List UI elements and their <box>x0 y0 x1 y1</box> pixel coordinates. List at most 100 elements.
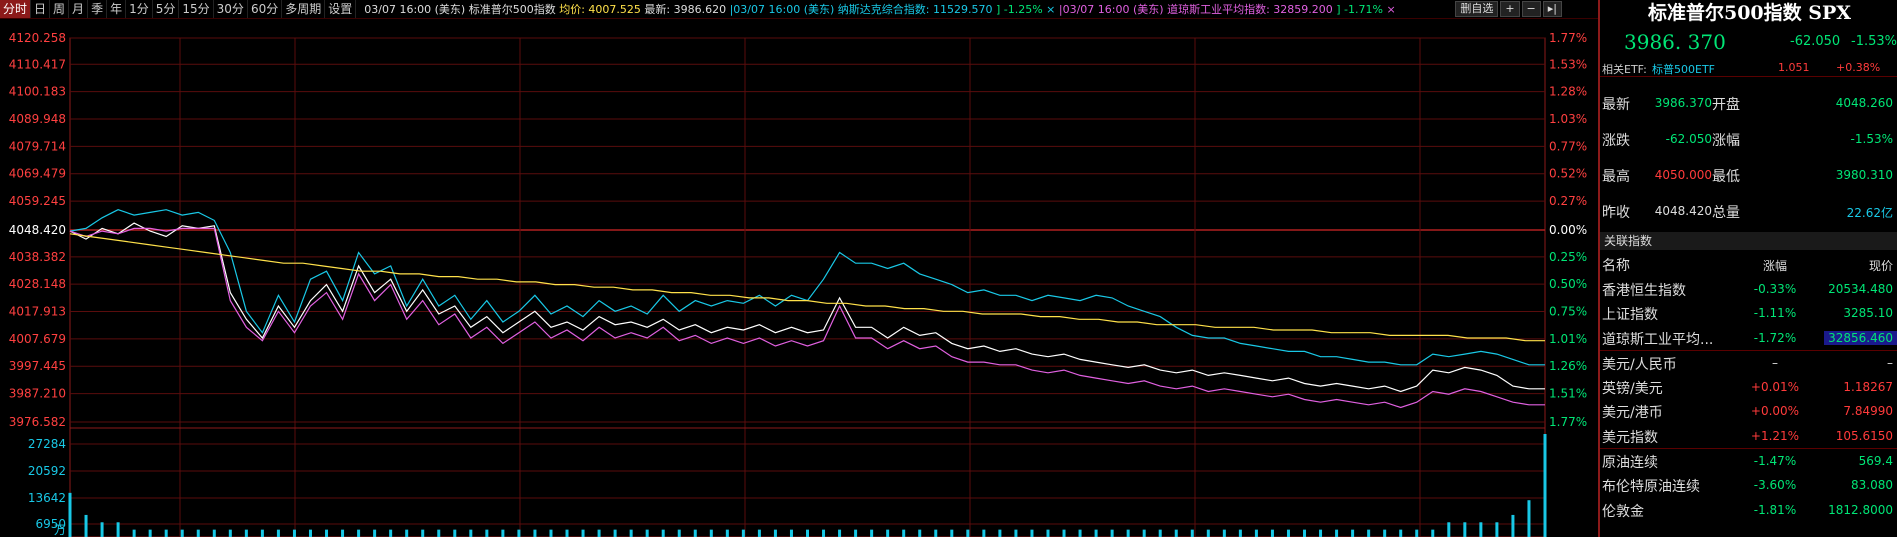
volume-bar <box>597 529 601 537</box>
volume-bar <box>517 529 521 537</box>
volume-bar <box>870 529 874 537</box>
volume-bar <box>453 529 457 537</box>
volume-bar <box>357 529 361 537</box>
chart-control-button[interactable]: − <box>1521 1 1541 17</box>
price-change-pct: -1.53% <box>1851 34 1897 49</box>
stat-row: 最新 3986.370 开盘 4048.260 <box>1600 86 1897 120</box>
tab-5[interactable]: 年 <box>107 0 127 18</box>
volume-bar <box>1270 529 1274 537</box>
tab-7[interactable]: 5分 <box>153 0 180 18</box>
related-index-row[interactable]: 美元/人民币 – – <box>1600 349 1897 375</box>
tab-0[interactable]: 分时 <box>0 0 32 18</box>
volume-bar <box>1142 529 1146 537</box>
index-price: 1812.8000 <box>1828 502 1893 517</box>
chart-control-button[interactable]: + <box>1500 1 1520 17</box>
price-tick-label: 4038.382 <box>9 250 66 264</box>
related-index-row[interactable]: 英镑/美元 +0.01% 1.18267 <box>1600 375 1897 399</box>
etf-price: 1.051 <box>1778 61 1810 74</box>
volume-bar <box>501 529 505 537</box>
tab-12[interactable]: 设置 <box>325 0 357 18</box>
price-tick-label: 4120.258 <box>9 31 66 45</box>
related-index-row[interactable]: 原油连续 -1.47% 569.4 <box>1600 448 1897 473</box>
etf-pct: +0.38% <box>1836 61 1881 74</box>
related-index-list: 香港恒生指数 -0.33% 20534.480 上证指数 -1.11% 3285.10 道琼… <box>1600 277 1897 522</box>
index-name: 香港恒生指数 <box>1602 283 1686 299</box>
pct-tick-label: 1.51% <box>1549 387 1587 401</box>
volume-bar <box>196 529 200 537</box>
volume-bar <box>1303 529 1307 537</box>
chart-control-button[interactable]: 删自选 <box>1455 1 1499 17</box>
volume-bar <box>645 529 649 537</box>
related-index-row[interactable]: 香港恒生指数 -0.33% 20534.480 <box>1600 277 1897 301</box>
index-name: 美元/港币 <box>1602 405 1663 422</box>
intraday-chart: 4120.258 1.77% 4110.417 1.53% 4100.183 1.28% 4… <box>9 31 1587 537</box>
tab-9[interactable]: 30分 <box>214 0 248 18</box>
volume-bar <box>1351 529 1355 537</box>
volume-bar <box>613 529 617 537</box>
volume-bar <box>1495 522 1499 537</box>
index-price: 3285.10 <box>1843 306 1893 321</box>
volume-bar <box>1527 500 1531 537</box>
volume-bar <box>934 529 938 537</box>
volume-bar <box>757 529 761 537</box>
volume-bar <box>1046 529 1050 537</box>
volume-bar <box>1463 522 1467 537</box>
info-segment[interactable]: × <box>1386 3 1395 16</box>
tab-11[interactable]: 多周期 <box>282 0 326 18</box>
info-segment: |03/07 16:00 (美东) <box>1058 3 1168 16</box>
related-index-row[interactable]: 上证指数 -1.11% 3285.10 <box>1600 301 1897 325</box>
etf-name[interactable]: 标普500ETF <box>1652 61 1715 77</box>
pct-tick-label: 0.75% <box>1549 305 1587 319</box>
volume-bar <box>1383 529 1387 537</box>
info-segment: 03/07 16:00 (美东) 标准普尔500指数 <box>364 3 560 16</box>
volume-bar <box>1158 529 1162 537</box>
volume-bar <box>950 529 954 537</box>
price-tick-label: 3987.210 <box>9 387 66 401</box>
tab-6[interactable]: 1分 <box>126 0 153 18</box>
index-price: 20534.480 <box>1828 282 1893 296</box>
tab-10[interactable]: 60分 <box>248 0 283 18</box>
stat-label: 总量 <box>1712 205 1740 221</box>
stat-value: 3980.310 <box>1835 168 1893 182</box>
volume-bar <box>244 529 248 537</box>
related-index-title: 关联指数 <box>1604 234 1653 248</box>
stat-value: 4048.260 <box>1835 96 1893 110</box>
tab-1[interactable]: 日 <box>31 0 51 18</box>
volume-bar <box>116 522 120 537</box>
related-etf-row[interactable]: 相关ETF: 标普500ETF 1.051 +0.38% <box>1600 60 1897 77</box>
volume-bar <box>132 529 136 537</box>
pct-tick-label: 0.25% <box>1549 250 1587 264</box>
tab-4[interactable]: 季 <box>88 0 108 18</box>
chart-control-button[interactable]: ▸| <box>1542 1 1562 17</box>
volume-bar <box>661 529 665 537</box>
plot-frame <box>69 37 1546 537</box>
index-pct: -1.11% <box>1753 306 1797 321</box>
volume-bar <box>276 529 280 537</box>
index-price: 7.84990 <box>1843 404 1893 419</box>
index-name: 美元/人民币 <box>1602 356 1677 373</box>
tab-8[interactable]: 15分 <box>179 0 214 18</box>
pct-tick-label: 1.77% <box>1549 415 1587 429</box>
related-index-row[interactable]: 伦敦金 -1.81% 1812.8000 <box>1600 498 1897 522</box>
related-index-row[interactable]: 布伦特原油连续 -3.60% 83.080 <box>1600 473 1897 497</box>
volume-bar <box>1094 529 1098 537</box>
pct-tick-label: 1.28% <box>1549 85 1587 99</box>
pct-tick-label: 0.50% <box>1549 277 1587 291</box>
volume-bar <box>822 529 826 537</box>
related-index-row[interactable]: 美元指数 +1.21% 105.6150 <box>1600 424 1897 448</box>
volume-bar <box>308 529 312 537</box>
tab-2[interactable]: 周 <box>50 0 70 18</box>
price-row: 3986. 370 -62.050 -1.53% <box>1600 30 1897 54</box>
stat-value: 4048.420 <box>1654 204 1712 218</box>
volume-bar <box>918 529 922 537</box>
volume-bar <box>1030 529 1034 537</box>
last-price: 3986. 370 <box>1624 30 1726 54</box>
tab-3[interactable]: 月 <box>69 0 89 18</box>
price-tick-label: 4089.948 <box>9 112 66 126</box>
related-index-row[interactable]: 道琼斯工业平均... -1.72% 32856.460 <box>1600 326 1897 350</box>
info-segment[interactable]: × <box>1046 3 1059 16</box>
etf-label: 相关ETF: <box>1602 63 1647 76</box>
volume-bar <box>549 529 553 537</box>
volume-bar <box>854 529 858 537</box>
related-index-row[interactable]: 美元/港币 +0.00% 7.84990 <box>1600 399 1897 423</box>
